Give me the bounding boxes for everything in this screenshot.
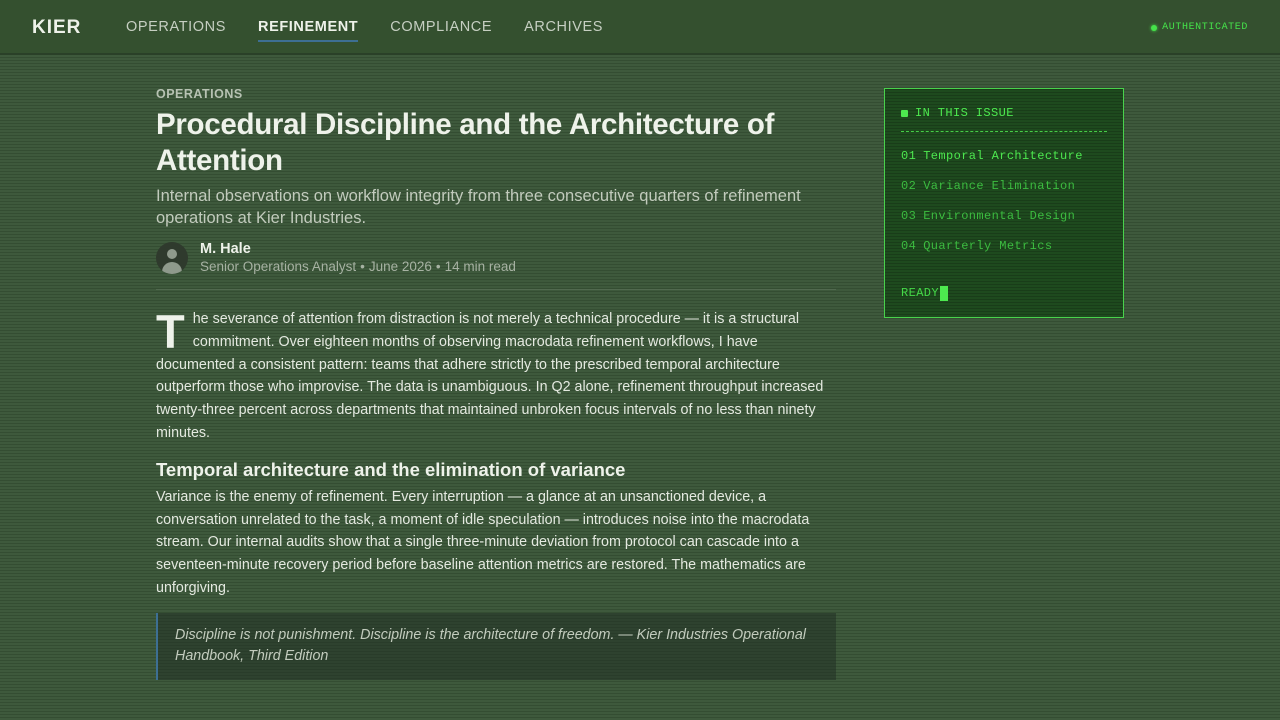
toc-item-number: 03 [901,209,917,223]
nav-item-compliance[interactable]: COMPLIANCE [390,19,492,39]
article-title: Procedural Discipline and the Architectu… [156,108,775,177]
article-subtitle: Internal observations on workflow integr… [156,187,801,227]
author-name[interactable]: M. Hale [200,241,516,258]
toc-item-quarterly-metrics[interactable]: 04 Quarterly Metrics [901,238,1107,254]
meta-separator: • [435,259,441,274]
author-meta: Senior Operations Analyst • June 2026 • 14 m… [200,258,516,275]
intro-paragraph: The severance of attention from distract… [156,308,836,445]
terminal-header: IN THIS ISSUE [901,105,1107,121]
drop-cap: T [156,305,185,358]
author-role: Senior Operations Analyst [200,259,357,274]
toc-item-number: 01 [901,149,917,163]
section-paragraph: Variance is the enemy of refinement. Eve… [156,488,810,596]
toc-item-label: Environmental Design [923,209,1076,223]
toc-item-label: Variance Elimination [923,179,1076,193]
terminal-prompt: READY [901,285,949,301]
toc-item-temporal-architecture[interactable]: 01 Temporal Architecture [901,148,1107,164]
toc-item-label: Quarterly Metrics [923,239,1053,253]
auth-status: AUTHENTICATED [1151,22,1248,33]
article: OPERATIONS Procedural Discipline and the… [156,87,836,680]
toc-item-environmental-design[interactable]: 03 Environmental Design [901,208,1107,224]
square-bullet-icon [901,109,908,117]
pull-quote: Discipline is not punishment. Discipline… [156,612,836,680]
top-nav: KIER OPERATIONS REFINEMENT COMPLIANCE AR… [0,0,1280,55]
author-byline: M. Hale Senior Operations Analyst • June 2… [156,241,836,290]
intro-text: he severance of attention from distracti… [156,311,824,441]
toc-item-number: 02 [901,179,917,193]
block-cursor-icon [940,285,949,301]
publish-date: June 2026 [368,259,432,274]
user-icon [167,249,177,259]
nav-item-refinement[interactable]: REFINEMENT [258,19,359,42]
auth-status-label: AUTHENTICATED [1162,22,1248,33]
avatar[interactable] [156,242,188,274]
terminal-prompt-label: READY [901,286,940,300]
nav-item-archives[interactable]: ARCHIVES [524,19,603,39]
toc-item-number: 04 [901,239,917,253]
terminal-header-label: IN THIS ISSUE [915,106,1014,120]
nav-item-operations[interactable]: OPERATIONS [126,19,226,39]
author-info: M. Hale Senior Operations Analyst • June 2… [200,241,516,275]
terminal-divider [901,131,1107,132]
toc-item-variance-elimination[interactable]: 02 Variance Elimination [901,178,1107,194]
toc-item-label: Temporal Architecture [923,149,1083,163]
article-kicker[interactable]: OPERATIONS [156,87,836,101]
meta-separator: • [360,259,365,274]
read-time: 14 min read [444,259,516,274]
section-heading: Temporal architecture and the eliminatio… [156,458,626,480]
issue-terminal: IN THIS ISSUE 01 Temporal Architecture 02… [884,88,1124,318]
brand-logo[interactable]: KIER [32,17,81,39]
status-dot-icon [1151,24,1158,31]
main-nav: OPERATIONS REFINEMENT COMPLIANCE ARCHIVE… [126,19,603,42]
